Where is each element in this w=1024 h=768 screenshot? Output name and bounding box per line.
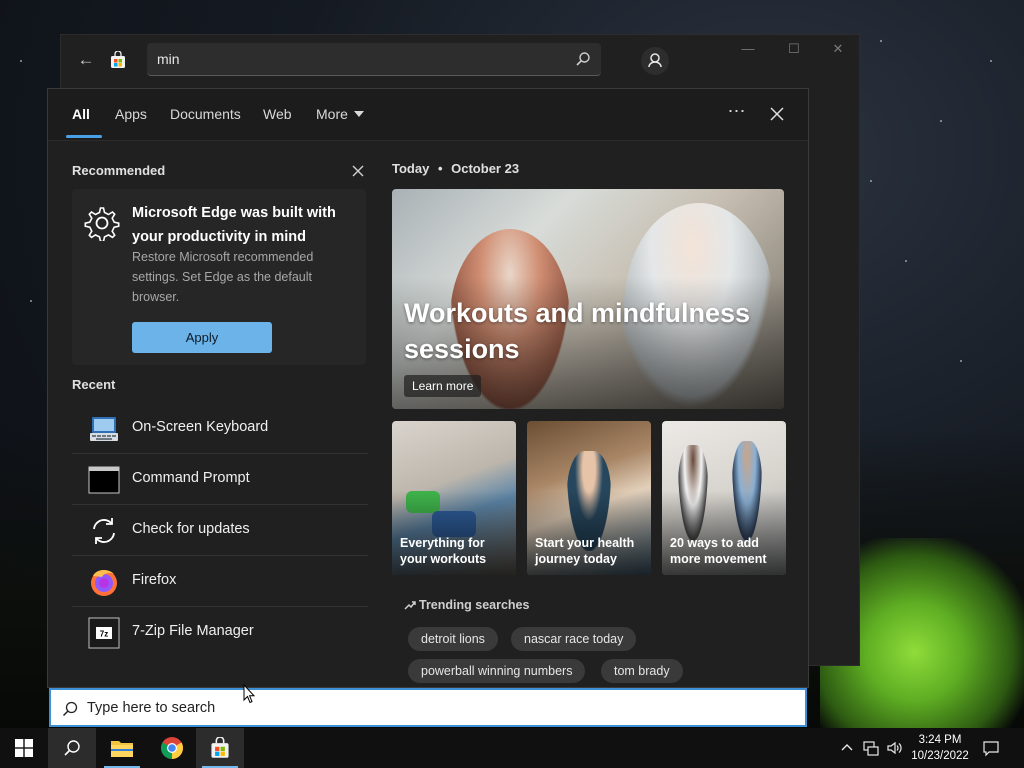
recommended-heading: Recommended <box>72 163 166 178</box>
store-search-value: min <box>157 51 180 67</box>
tab-more-label: More <box>316 106 348 122</box>
tile-label: Everything for your workouts <box>400 536 487 566</box>
window-close-button[interactable]: ✕ <box>827 41 849 61</box>
tile-workouts[interactable]: Everything for your workouts <box>392 421 516 575</box>
taskbar-chrome[interactable] <box>148 728 196 768</box>
firefox-icon <box>91 570 117 596</box>
tab-documents[interactable]: Documents <box>170 106 241 122</box>
sync-icon <box>93 518 115 544</box>
tile-label: 20 ways to add more movement <box>670 536 767 566</box>
store-search-field[interactable]: min <box>147 43 601 76</box>
recent-item-check-for-updates[interactable]: Check for updates <box>72 505 368 556</box>
hero-title: Workouts and mindfulness sessions <box>404 298 751 364</box>
windows-logo-icon <box>15 739 33 757</box>
notification-icon[interactable] <box>982 739 1000 757</box>
trending-label: Trending searches <box>419 598 530 612</box>
search-tabs: All Apps Documents Web More ⋯ <box>48 89 808 141</box>
trending-heading: Trending searches <box>404 598 529 612</box>
taskbar: 3:24 PM 10/23/2022 <box>0 728 1024 768</box>
chevron-down-icon <box>353 111 364 117</box>
network-icon[interactable] <box>862 739 880 757</box>
taskbar-file-explorer[interactable] <box>98 728 146 768</box>
tile-movement[interactable]: 20 ways to add more movement <box>662 421 786 575</box>
trending-arrow-icon <box>404 601 416 610</box>
recent-item-label: Command Prompt <box>132 470 250 486</box>
recommendation-title: Microsoft Edge was built with your produ… <box>132 205 336 245</box>
search-icon <box>64 740 80 756</box>
keyboard-icon <box>90 417 118 441</box>
tile-health-journey[interactable]: Start your health journey today <box>527 421 651 575</box>
start-button[interactable] <box>0 728 48 768</box>
dismiss-recommendation-icon[interactable] <box>350 163 366 179</box>
recommendation-description: Restore Microsoft recommended settings. … <box>132 250 314 304</box>
taskbar-search-button[interactable] <box>48 728 96 768</box>
back-arrow-icon[interactable]: ← <box>75 49 97 71</box>
terminal-icon <box>88 466 120 494</box>
tile-label: Start your health journey today <box>535 536 635 566</box>
close-icon[interactable] <box>764 101 790 127</box>
clock-date: 10/23/2022 <box>911 750 969 762</box>
taskbar-clock[interactable]: 3:24 PM 10/23/2022 <box>906 732 974 764</box>
gear-icon <box>84 207 120 241</box>
store-logo-icon <box>211 737 229 758</box>
store-logo-icon <box>111 51 125 68</box>
folder-icon <box>111 741 133 757</box>
taskbar-search-box[interactable] <box>49 688 807 727</box>
today-heading: Today • October 23 <box>392 161 519 176</box>
minimize-button[interactable]: — <box>737 41 759 61</box>
today-separator: • <box>437 161 443 176</box>
tab-all[interactable]: All <box>72 106 90 122</box>
tab-more[interactable]: More <box>316 106 364 122</box>
trending-chip-powerball[interactable]: powerball winning numbers <box>408 659 586 683</box>
recent-heading: Recent <box>72 377 116 392</box>
recent-list: On-Screen Keyboard Command Prompt Check … <box>72 403 368 658</box>
recent-item-label: On-Screen Keyboard <box>132 419 269 435</box>
search-flyout: All Apps Documents Web More ⋯ Recommende… <box>47 88 809 688</box>
hero-card[interactable]: Workouts and mindfulness sessions Learn … <box>392 189 784 409</box>
maximize-button[interactable]: ☐ <box>783 41 805 61</box>
recent-item-label: 7-Zip File Manager <box>132 623 254 639</box>
chrome-icon <box>161 737 183 759</box>
learn-more-button[interactable]: Learn more <box>404 375 482 397</box>
recent-item-7-zip[interactable]: 7z 7-Zip File Manager <box>72 607 368 658</box>
tab-web[interactable]: Web <box>263 106 292 122</box>
trending-chip-detroit-lions[interactable]: detroit lions <box>408 627 498 651</box>
trending-chip-tom-brady[interactable]: tom brady <box>601 659 683 683</box>
recent-item-on-screen-keyboard[interactable]: On-Screen Keyboard <box>72 403 368 454</box>
archive-icon: 7z <box>88 617 120 649</box>
apply-button[interactable]: Apply <box>132 322 272 353</box>
taskbar-store[interactable] <box>196 728 244 768</box>
today-date: October 23 <box>451 161 520 176</box>
recent-item-label: Firefox <box>132 572 177 588</box>
trending-chip-nascar[interactable]: nascar race today <box>511 627 637 651</box>
mouse-cursor-icon <box>243 684 255 704</box>
store-titlebar: ← min — ☐ ✕ <box>61 35 861 85</box>
svg-text:7z: 7z <box>100 630 108 639</box>
search-icon <box>62 701 78 717</box>
recent-item-firefox[interactable]: Firefox <box>72 556 368 607</box>
more-options-icon[interactable]: ⋯ <box>724 101 750 127</box>
chevron-up-icon[interactable] <box>838 739 856 757</box>
today-label: Today <box>392 161 430 176</box>
recommendation-card: Microsoft Edge was built with your produ… <box>72 189 366 365</box>
volume-icon[interactable] <box>886 739 904 757</box>
search-icon[interactable] <box>575 51 591 67</box>
tab-apps[interactable]: Apps <box>115 106 147 122</box>
search-input[interactable] <box>87 698 587 718</box>
clock-time: 3:24 PM <box>918 734 962 746</box>
recent-item-label: Check for updates <box>132 521 250 537</box>
account-icon[interactable] <box>641 47 669 75</box>
active-tab-indicator <box>66 135 102 138</box>
recent-item-command-prompt[interactable]: Command Prompt <box>72 454 368 505</box>
